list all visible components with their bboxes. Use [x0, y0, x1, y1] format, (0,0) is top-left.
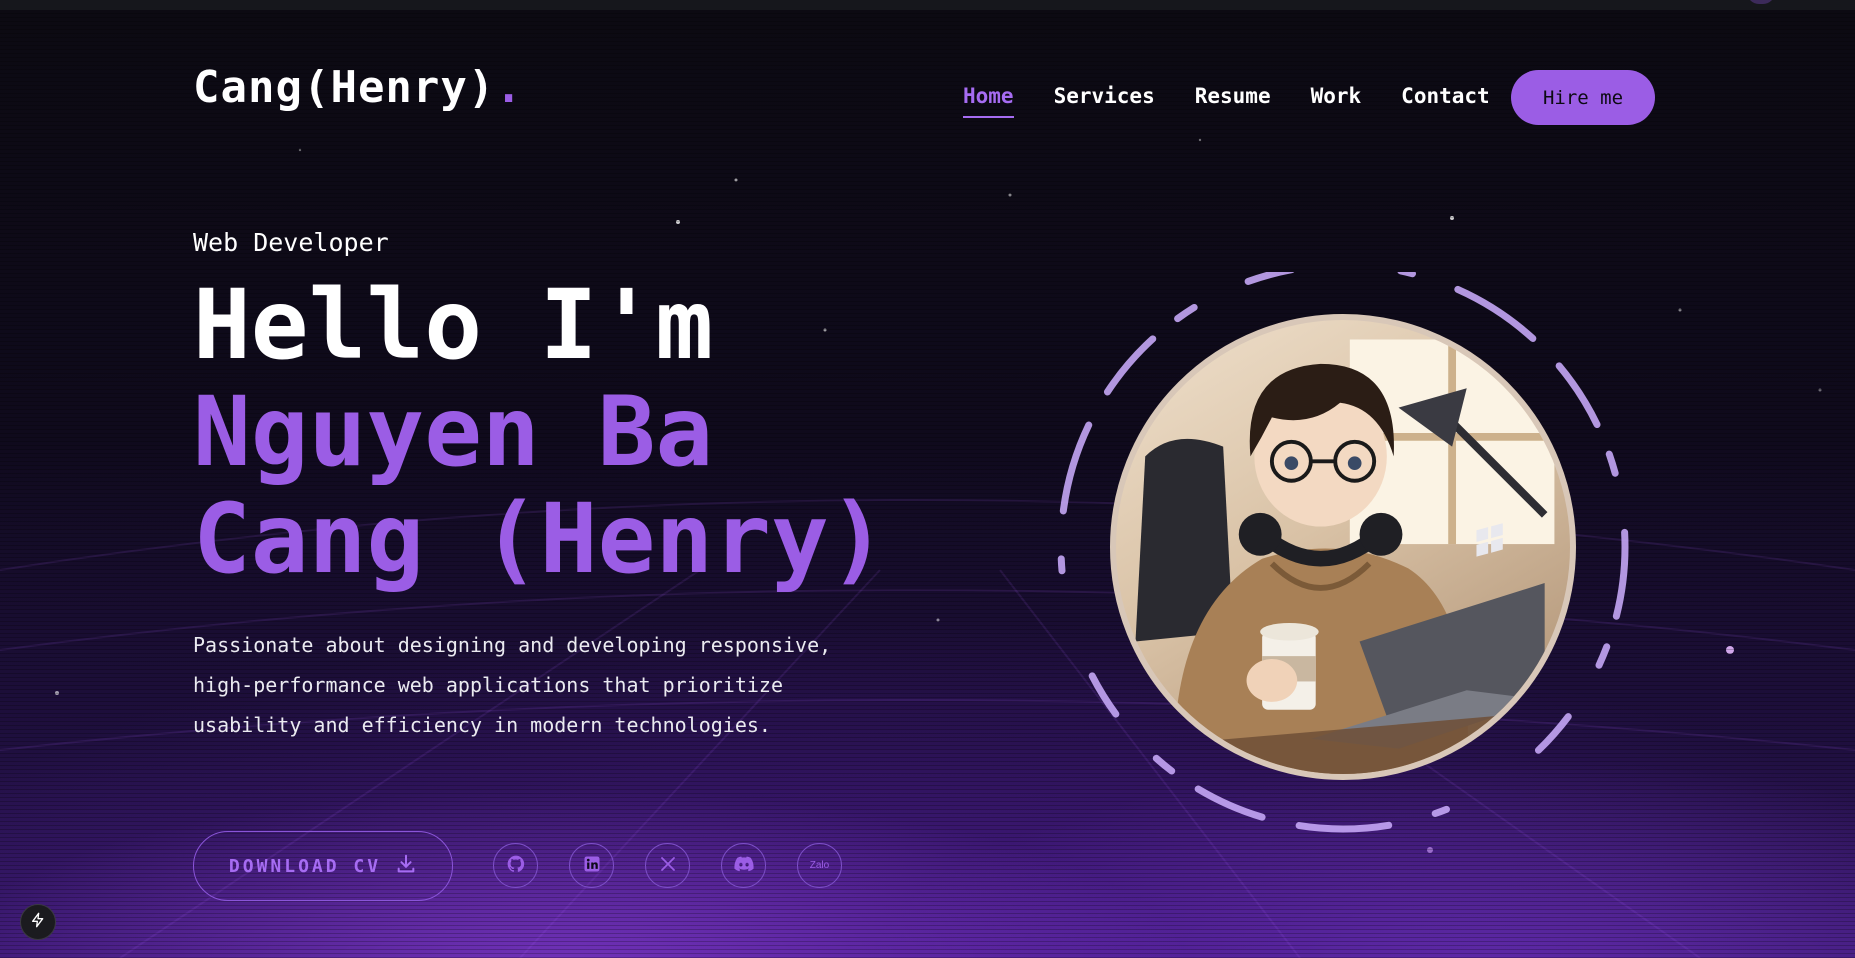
hire-me-button[interactable]: Hire me	[1511, 70, 1655, 125]
nav-contact[interactable]: Contact	[1401, 84, 1490, 114]
x-link[interactable]	[645, 843, 690, 888]
download-cv-label: DOWNLOAD CV	[228, 855, 382, 877]
logo-text: Cang(Henry)	[193, 62, 496, 113]
nav-services[interactable]: Services	[1054, 84, 1155, 114]
hero-greeting: Hello I'm	[193, 269, 714, 381]
linkedin-icon	[583, 855, 601, 876]
avatar	[1110, 314, 1576, 780]
zalo-icon: Zalo	[809, 860, 830, 871]
linkedin-link[interactable]	[569, 843, 614, 888]
dev-tools-button[interactable]	[20, 904, 56, 940]
discord-link[interactable]	[721, 843, 766, 888]
x-icon	[659, 855, 677, 876]
hero-heading: Hello I'm Nguyen Ba Cang (Henry)	[193, 272, 887, 593]
zalo-link[interactable]: Zalo	[797, 843, 842, 888]
hero-description: Passionate about designing and developin…	[193, 633, 832, 737]
avatar-container	[1050, 272, 1630, 852]
github-icon	[506, 854, 526, 877]
avatar-illustration	[1116, 339, 1570, 774]
logo-dot: .	[495, 62, 523, 113]
browser-top-bar	[0, 0, 1855, 10]
download-icon	[395, 853, 417, 880]
role-subtitle: Web Developer	[193, 228, 389, 257]
hero-name-line2: Cang (Henry)	[193, 483, 887, 595]
nav-home[interactable]: Home	[963, 84, 1014, 118]
nav-resume[interactable]: Resume	[1195, 84, 1271, 114]
download-cv-button[interactable]: DOWNLOAD CV	[193, 831, 453, 901]
main-nav: Home Services Resume Work Contact	[963, 84, 1490, 118]
social-links: Zalo	[493, 843, 842, 888]
lightning-icon	[30, 912, 46, 932]
site-logo[interactable]: Cang(Henry).	[193, 62, 523, 113]
nav-work[interactable]: Work	[1311, 84, 1362, 114]
hero-name-line1: Nguyen Ba	[193, 376, 714, 488]
discord-icon	[733, 856, 754, 875]
github-link[interactable]	[493, 843, 538, 888]
